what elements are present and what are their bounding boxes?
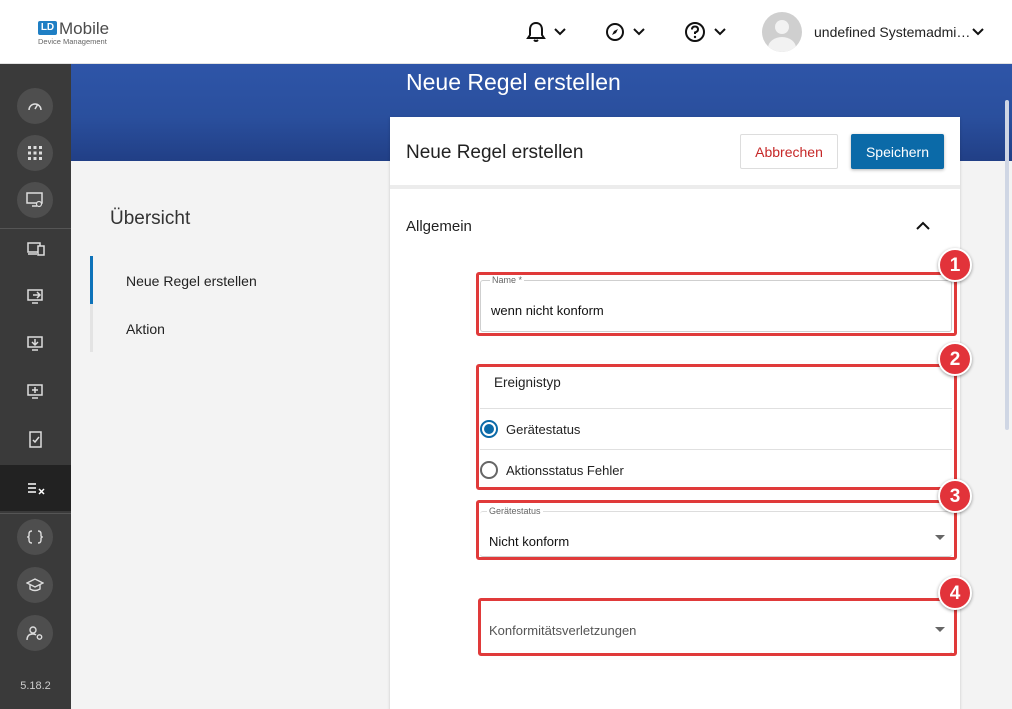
sidebar-item-braces[interactable]	[17, 519, 53, 555]
radio-device-status[interactable]	[480, 420, 498, 438]
help-button[interactable]	[684, 20, 726, 44]
sidebar-item-screen-plus[interactable]	[0, 369, 71, 415]
sidebar-item-user-settings[interactable]	[17, 615, 53, 651]
event-type-label: Ereignistyp	[494, 375, 561, 390]
sidebar-item-dashboard[interactable]	[17, 88, 53, 124]
app-version: 5.18.2	[20, 680, 51, 692]
page-title: Neue Regel erstellen	[406, 69, 621, 95]
user-name: undefined Systemadmi…	[814, 24, 971, 40]
user-menu[interactable]: undefined Systemadmi…	[762, 12, 984, 52]
sidebar: 5.18.2	[0, 64, 71, 709]
section-title-general: Allgemein	[406, 218, 472, 235]
card-divider	[390, 185, 960, 189]
nav-item-new-rule[interactable]: Neue Regel erstellen	[126, 273, 257, 289]
sidebar-divider	[0, 513, 71, 514]
sidebar-item-screen-arrow[interactable]	[0, 274, 71, 320]
education-icon	[26, 578, 44, 592]
logo-mark: LD	[38, 21, 57, 35]
compass-icon	[606, 23, 624, 41]
avatar	[762, 12, 802, 52]
chevron-down-icon	[633, 28, 645, 36]
user-settings-icon	[26, 626, 43, 641]
chevron-down-icon	[714, 28, 726, 36]
chevron-up-icon[interactable]	[916, 221, 930, 230]
name-field-value: wenn nicht konform	[491, 303, 604, 318]
dropdown-arrow-icon	[935, 535, 945, 540]
compass-button[interactable]	[605, 20, 645, 44]
annotation-badge-4: 4	[938, 576, 972, 610]
notifications-button[interactable]	[526, 20, 566, 44]
radio-action-error[interactable]	[480, 461, 498, 479]
name-field-label: Name *	[490, 275, 525, 285]
sidebar-item-apps[interactable]	[17, 135, 53, 171]
device-screen-icon	[26, 192, 43, 208]
device-status-value: Nicht konform	[489, 534, 570, 549]
sidebar-item-education[interactable]	[17, 567, 53, 603]
sidebar-item-checklist[interactable]	[0, 417, 71, 463]
name-field[interactable]: Name * wenn nicht konform	[480, 275, 952, 332]
dashboard-icon	[28, 103, 42, 111]
divider	[480, 449, 952, 450]
radio-device-status-label: Gerätestatus	[506, 422, 581, 437]
screen-plus-icon	[26, 384, 43, 399]
logo-title: Mobile	[59, 19, 110, 38]
sidebar-item-devices[interactable]	[0, 226, 71, 272]
chevron-down-icon	[972, 28, 984, 36]
help-icon	[685, 22, 705, 42]
sidebar-item-device-screen[interactable]	[17, 182, 53, 218]
annotation-badge-3: 3	[938, 479, 972, 513]
device-status-label: Gerätestatus	[487, 506, 543, 516]
radio-action-error-label: Aktionsstatus Fehler	[506, 463, 624, 478]
compliance-violations-select[interactable]: Konformitätsverletzungen	[480, 602, 952, 654]
checklist-icon	[28, 431, 42, 448]
device-status-select[interactable]: Gerätestatus Nicht konform	[480, 506, 952, 557]
braces-icon	[27, 530, 43, 544]
devices-icon	[26, 242, 45, 256]
rules-icon	[27, 483, 45, 495]
nav-item-action[interactable]: Aktion	[126, 321, 165, 337]
compliance-violations-placeholder: Konformitätsverletzungen	[489, 623, 637, 638]
download-icon	[26, 336, 43, 351]
divider	[480, 408, 952, 409]
sidebar-item-rules[interactable]	[0, 465, 71, 511]
bell-icon	[526, 21, 546, 42]
chevron-down-icon	[554, 28, 566, 36]
save-button[interactable]: Speichern	[851, 134, 944, 169]
annotation-badge-1: 1	[938, 248, 972, 282]
card-title: Neue Regel erstellen	[406, 142, 584, 163]
page-scrollbar[interactable]	[1005, 100, 1009, 430]
cancel-button[interactable]: Abbrechen	[740, 134, 838, 169]
screen-arrow-icon	[26, 289, 43, 304]
top-header: LD Mobile Device Management undefined Sy…	[0, 0, 1012, 64]
apps-grid-icon	[28, 146, 42, 160]
sidebar-item-download[interactable]	[0, 321, 71, 367]
nav-active-indicator	[90, 256, 93, 304]
logo-subtitle: Device Management	[38, 37, 107, 46]
dropdown-arrow-icon	[935, 627, 945, 632]
annotation-badge-2: 2	[938, 342, 972, 376]
app-logo[interactable]: LD Mobile Device Management	[38, 19, 128, 47]
overview-heading: Übersicht	[110, 208, 191, 229]
